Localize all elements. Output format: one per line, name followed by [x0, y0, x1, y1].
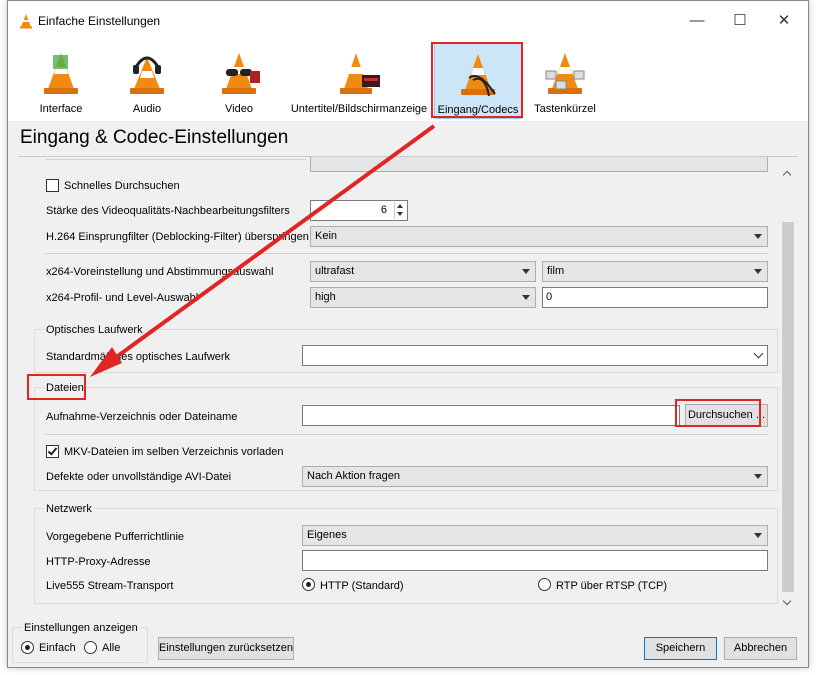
- simple-mode-radio[interactable]: [21, 641, 34, 654]
- x264-tune-value: film: [547, 265, 565, 277]
- vlc-logo-icon: [20, 14, 32, 29]
- simple-mode-label: Einfach: [39, 642, 76, 654]
- x264-profile-label: x264-Profil- und Level-Auswahl: [46, 292, 199, 304]
- chevron-down-icon: [522, 269, 530, 274]
- http-transport-radio[interactable]: [302, 578, 315, 591]
- cache-policy-value: Eigenes: [307, 529, 347, 541]
- tab-audio[interactable]: Audio: [116, 43, 178, 119]
- h264-skip-combo[interactable]: Kein: [310, 226, 768, 247]
- postproc-value: 6: [380, 204, 387, 216]
- dialog-footer: Einstellungen anzeigen Einfach Alle Eins…: [8, 619, 808, 669]
- h264-skip-value: Kein: [315, 230, 338, 242]
- scroll-down-icon[interactable]: [782, 596, 792, 606]
- x264-level-input[interactable]: 0: [542, 287, 768, 308]
- cache-policy-label: Vorgegebene Pufferrichtlinie: [46, 531, 185, 543]
- tab-label: Interface: [39, 103, 83, 115]
- audio-cone-icon: [130, 56, 164, 94]
- interface-cone-icon: [44, 53, 78, 94]
- live555-label: Live555 Stream-Transport: [46, 580, 174, 592]
- tab-label: Untertitel/Bildschirmanzeige: [290, 103, 428, 115]
- rtp-transport-radio[interactable]: [538, 578, 551, 591]
- x264-preset-value: ultrafast: [315, 265, 355, 277]
- close-button[interactable]: ✕: [770, 9, 798, 33]
- save-button[interactable]: Speichern: [644, 637, 717, 660]
- network-group-title: Netzwerk: [44, 502, 94, 516]
- mkv-preload-label: MKV-Dateien im selben Verzeichnis vorlad…: [64, 446, 284, 458]
- radio-selected-dot: [306, 582, 311, 587]
- cut-off-combo[interactable]: [310, 157, 768, 172]
- all-mode-radio[interactable]: [84, 641, 97, 654]
- tab-label: Video: [225, 103, 253, 115]
- x264-profile-combo[interactable]: high: [310, 287, 536, 308]
- x264-tune-combo[interactable]: film: [542, 261, 768, 282]
- close-icon: ✕: [777, 12, 791, 29]
- chevron-down-icon: [754, 234, 762, 239]
- chevron-down-icon: [754, 533, 762, 538]
- cancel-button[interactable]: Abbrechen: [724, 637, 797, 660]
- separator: [46, 434, 768, 435]
- rtp-transport-label: RTP über RTSP (TCP): [556, 580, 668, 592]
- checkmark-icon: [47, 445, 58, 456]
- avi-repair-label: Defekte oder unvollständige AVI-Datei: [46, 471, 232, 483]
- video-cone-icon: [222, 53, 260, 94]
- minimize-icon: —: [689, 12, 705, 29]
- vertical-scrollbar[interactable]: [780, 158, 796, 614]
- title-bar: Einfache Einstellungen — ☐ ✕: [8, 1, 808, 41]
- page-title: Eingang & Codec-Einstellungen: [20, 127, 289, 148]
- default-optical-label: Standardmäßiges optisches Laufwerk: [46, 351, 231, 363]
- settings-scroll-area: Schnelles Durchsuchen Stärke des Videoqu…: [18, 156, 798, 614]
- tab-label: Tastenkürzel: [534, 103, 596, 115]
- tab-hotkeys[interactable]: Tastenkürzel: [530, 43, 600, 119]
- highlight-browse-button: [675, 399, 761, 427]
- chevron-down-icon: [753, 348, 764, 359]
- mkv-preload-checkbox[interactable]: [46, 445, 59, 458]
- fast-seek-checkbox[interactable]: [46, 179, 59, 192]
- category-toolbar: Interface Audio Video Untertitel/Bildsch…: [8, 41, 808, 121]
- postproc-label: Stärke des Videoqualitäts-Nachbearbeitun…: [46, 205, 290, 217]
- separator: [46, 253, 768, 254]
- http-proxy-input[interactable]: [302, 550, 768, 571]
- tab-subtitles-osd[interactable]: Untertitel/Bildschirmanzeige: [290, 43, 428, 119]
- http-proxy-label: HTTP-Proxy-Adresse: [46, 556, 151, 568]
- all-mode-label: Alle: [102, 642, 121, 654]
- avi-repair-value: Nach Aktion fragen: [307, 470, 400, 482]
- separator: [46, 159, 306, 160]
- hotkeys-cone-icon: [545, 53, 585, 94]
- spin-buttons[interactable]: [394, 202, 406, 219]
- fast-seek-label: Schnelles Durchsuchen: [64, 180, 180, 192]
- x264-preset-label: x264-Voreinstellung und Abstimmungsauswa…: [46, 266, 274, 278]
- chevron-down-icon: [754, 269, 762, 274]
- x264-preset-combo[interactable]: ultrafast: [310, 261, 536, 282]
- x264-profile-value: high: [315, 291, 336, 303]
- cache-policy-combo[interactable]: Eigenes: [302, 525, 768, 546]
- highlight-files-group: [27, 374, 86, 400]
- chevron-down-icon: [754, 474, 762, 479]
- tab-interface[interactable]: Interface: [30, 43, 92, 119]
- h264-skip-label: H.264 Einsprungfilter (Deblocking-Filter…: [46, 231, 309, 243]
- maximize-button[interactable]: ☐: [726, 9, 754, 33]
- default-optical-combo[interactable]: [302, 345, 768, 366]
- minimize-button[interactable]: —: [683, 9, 711, 33]
- chevron-down-icon: [522, 295, 530, 300]
- record-path-input[interactable]: [302, 405, 680, 426]
- window-title: Einfache Einstellungen: [38, 14, 161, 28]
- tab-video[interactable]: Video: [208, 43, 270, 119]
- maximize-icon: ☐: [733, 12, 747, 29]
- avi-repair-combo[interactable]: Nach Aktion fragen: [302, 466, 768, 487]
- spin-up-icon[interactable]: [397, 204, 403, 208]
- scrollbar-thumb[interactable]: [782, 222, 794, 592]
- http-transport-label: HTTP (Standard): [320, 580, 404, 592]
- record-path-label: Aufnahme-Verzeichnis oder Dateiname: [46, 411, 238, 423]
- tab-label: Audio: [132, 103, 162, 115]
- show-settings-title: Einstellungen anzeigen: [22, 621, 140, 635]
- scroll-up-icon[interactable]: [782, 170, 792, 180]
- reset-settings-button[interactable]: Einstellungen zurücksetzen: [158, 637, 294, 660]
- x264-level-value: 0: [546, 291, 553, 303]
- radio-selected-dot: [25, 645, 30, 650]
- highlight-input-codecs-tab: [431, 42, 523, 118]
- subtitles-cone-icon: [340, 53, 380, 94]
- optical-group-title: Optisches Laufwerk: [44, 323, 145, 337]
- preferences-window: Einfache Einstellungen — ☐ ✕ Interface A…: [7, 0, 809, 668]
- spin-down-icon[interactable]: [397, 212, 403, 216]
